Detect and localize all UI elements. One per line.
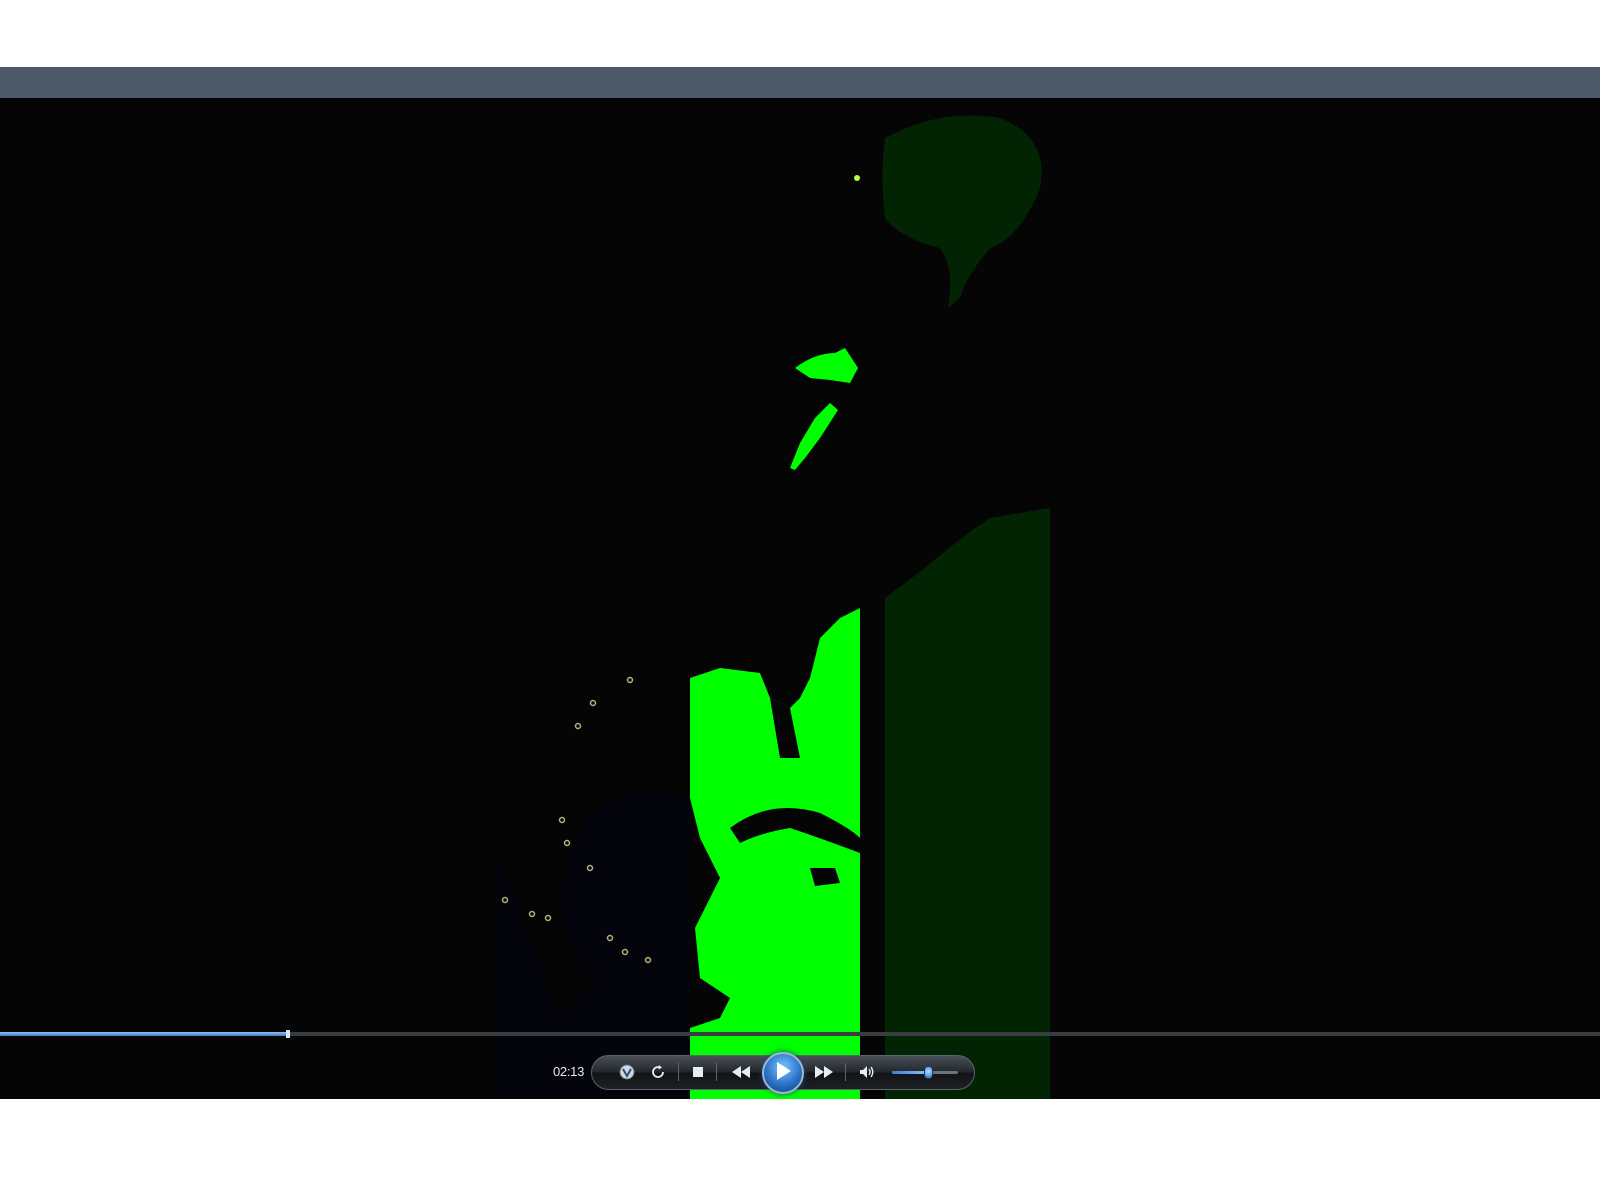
video-frame: [0, 98, 1600, 1099]
control-divider: [678, 1063, 679, 1081]
stop-button[interactable]: [688, 1062, 708, 1082]
seek-bar-progress: [0, 1032, 288, 1036]
stop-icon: [692, 1066, 704, 1078]
repeat-icon: [650, 1064, 666, 1080]
volume-slider-thumb[interactable]: [924, 1066, 933, 1079]
speaker-icon: [859, 1065, 875, 1079]
repeat-button[interactable]: [648, 1062, 668, 1082]
volume-slider[interactable]: [892, 1066, 958, 1079]
control-divider: [845, 1063, 846, 1081]
previous-icon: [730, 1065, 752, 1079]
window-title-bar[interactable]: [0, 67, 1600, 98]
mute-button[interactable]: [857, 1062, 877, 1082]
seek-bar[interactable]: [0, 1030, 1600, 1038]
shuffle-button[interactable]: [617, 1062, 637, 1082]
video-area[interactable]: [0, 98, 1600, 1099]
time-readout: 02:13: [553, 1064, 585, 1079]
next-button[interactable]: [810, 1062, 838, 1082]
seek-bar-thumb[interactable]: [286, 1030, 290, 1038]
previous-button[interactable]: [727, 1062, 755, 1082]
play-icon: [774, 1061, 792, 1086]
volume-slider-fill: [892, 1071, 928, 1074]
play-button[interactable]: [762, 1052, 804, 1094]
shuffle-icon: [618, 1063, 636, 1081]
control-divider: [716, 1063, 717, 1081]
next-icon: [813, 1065, 835, 1079]
